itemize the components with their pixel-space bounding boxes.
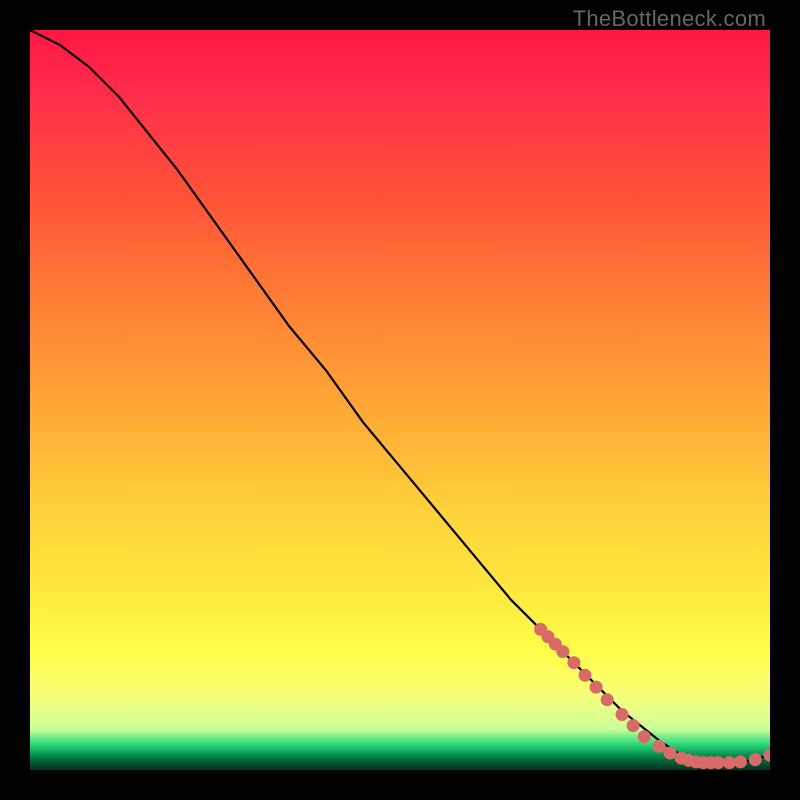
chart-frame: TheBottleneck.com (0, 0, 800, 800)
watermark-text: TheBottleneck.com (573, 6, 766, 32)
plot-background (30, 30, 770, 770)
